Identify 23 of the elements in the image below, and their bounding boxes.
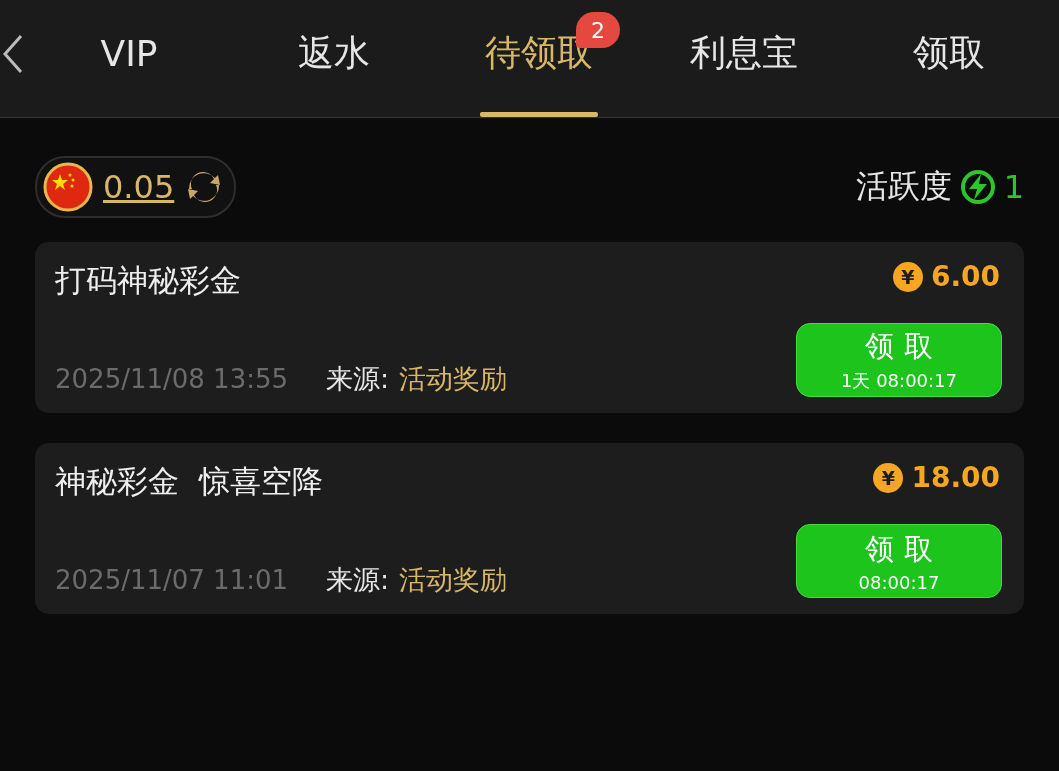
reward-amount: 6.00 [930,260,1000,293]
back-icon [1,33,25,74]
coin-icon: ¥ [873,462,904,493]
reward-date: 2025/11/07 11:01 [55,565,289,595]
source-value: 活动奖励 [399,362,508,396]
activity-value: 1 [1003,168,1024,206]
reward-title: 打码神秘彩金 [55,261,242,300]
reward-title: 神秘彩金 惊喜空降 [55,462,324,501]
reward-amount: 18.00 [911,461,1000,494]
balance-amount[interactable]: 0.05 [103,168,175,206]
tab[interactable]: 领取 [854,0,1044,117]
count-badge: 2 [576,12,620,48]
source-label: 来源: [326,362,390,396]
reward-date: 2025/11/08 13:55 [55,364,289,394]
activity-label: 活跃度 [855,166,952,207]
lightning-icon [959,169,996,205]
flag-icon [43,162,93,212]
coin-icon: ¥ [892,261,923,292]
tab[interactable]: 利息宝 [649,0,839,117]
source-value: 活动奖励 [399,563,508,597]
tab[interactable]: VIP [34,0,224,117]
source-label: 来源: [326,563,390,597]
tab[interactable]: 返水 [239,0,429,117]
